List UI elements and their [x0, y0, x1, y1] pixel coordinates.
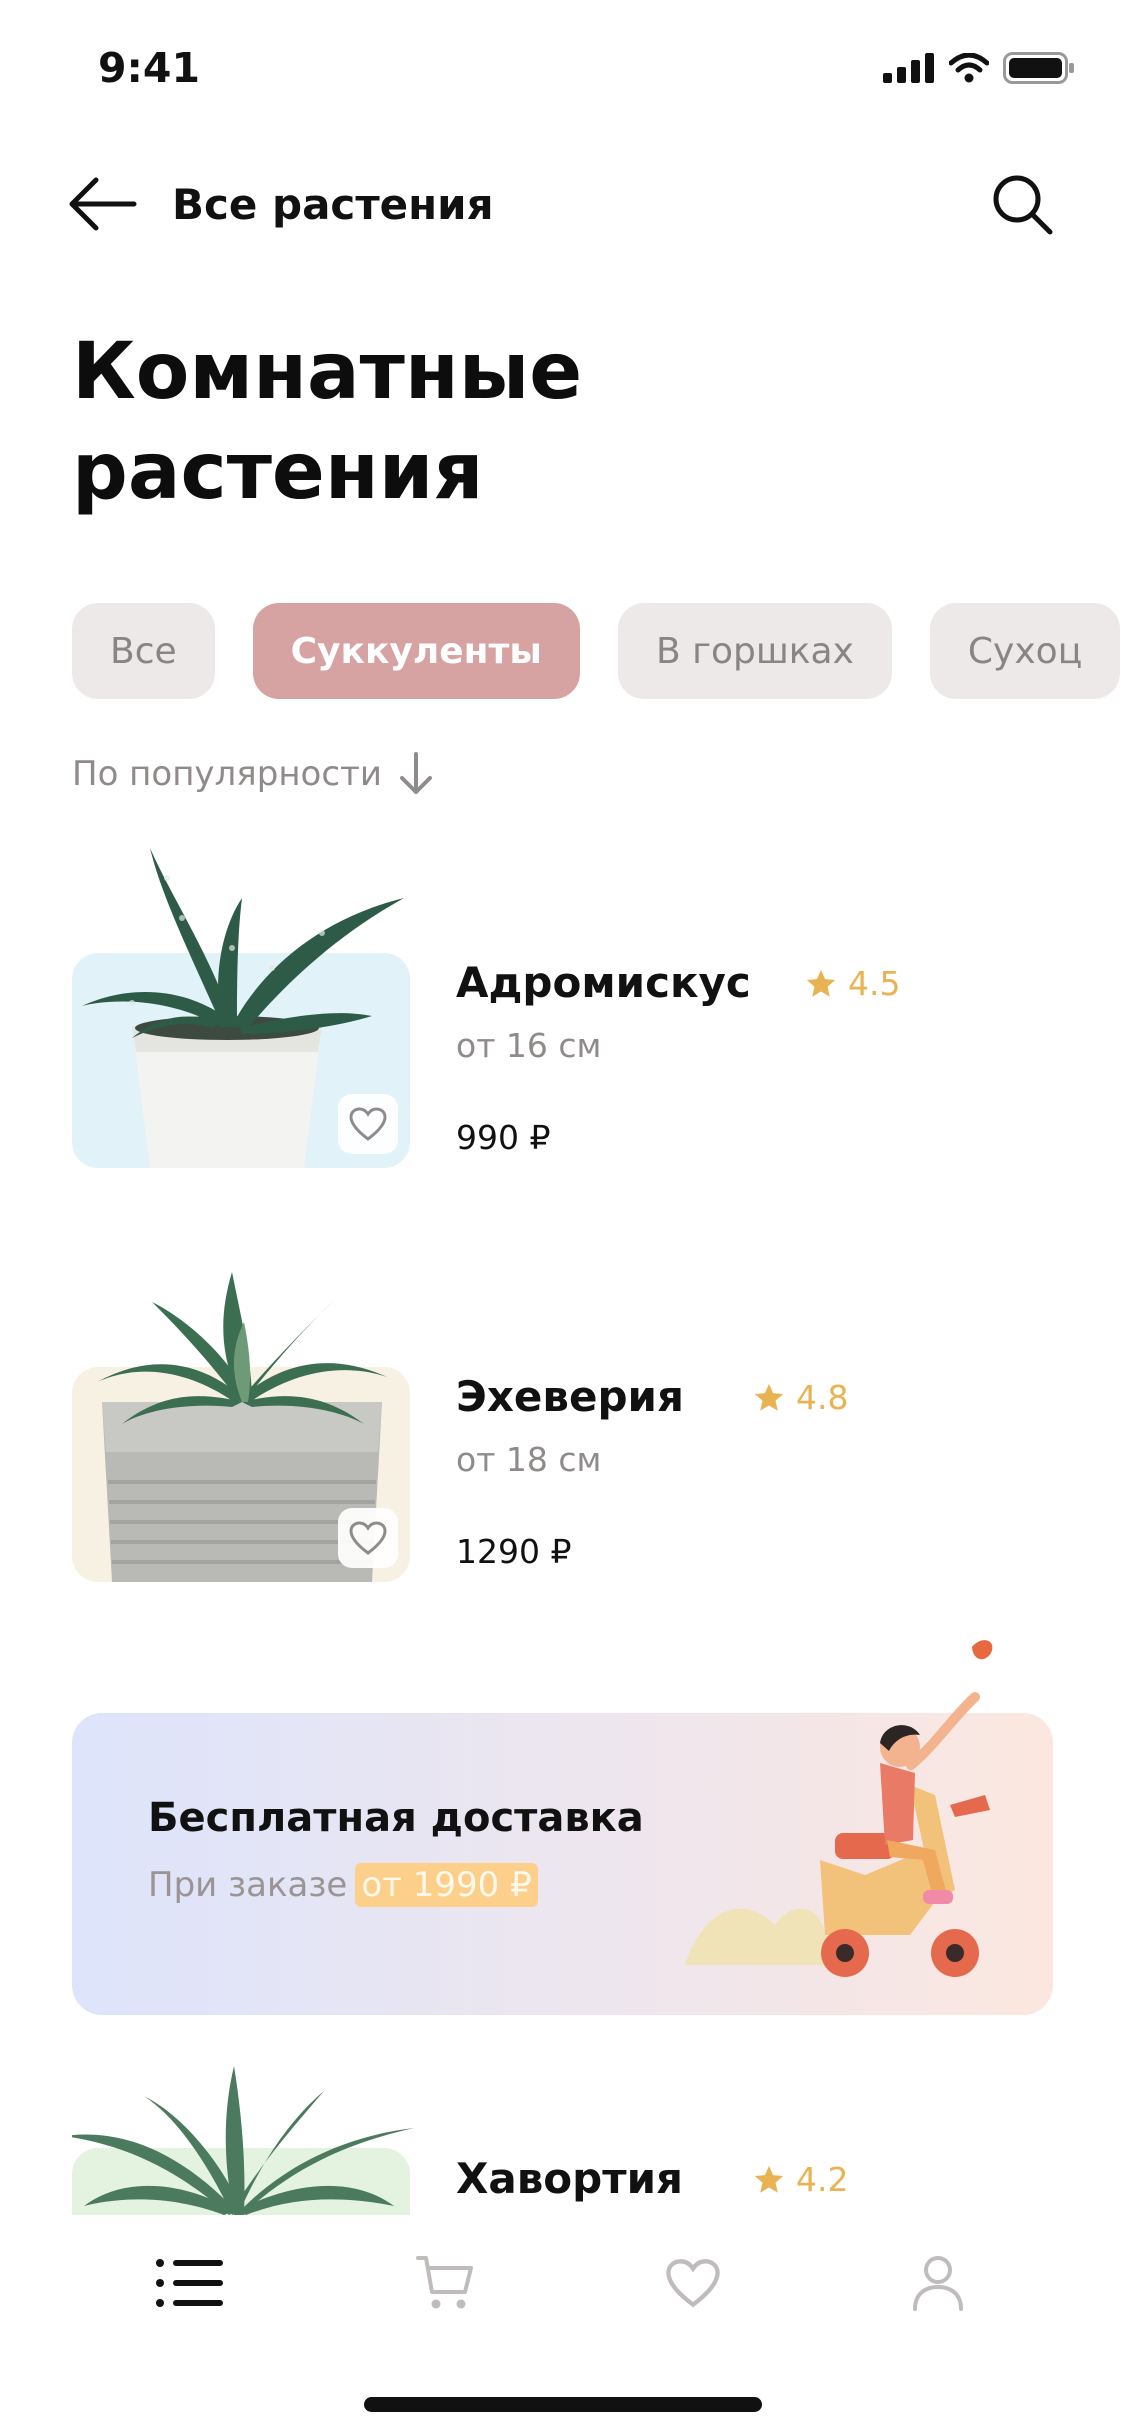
filter-chip-succulents[interactable]: Суккуленты: [252, 603, 580, 699]
rating-value: 4.5: [848, 964, 901, 1003]
heart-icon: [349, 1107, 387, 1141]
list-icon: [156, 2259, 223, 2307]
favorite-button[interactable]: [338, 1508, 398, 1568]
page-title: Комнатные растения: [72, 327, 583, 517]
rating-value: 4.2: [796, 2160, 849, 2199]
promo-highlight: от 1990 ₽: [355, 1863, 538, 1907]
product-rating: 4.2: [752, 2160, 848, 2199]
product-name: Эхеверия: [456, 1372, 684, 1421]
product-card[interactable]: Адромискус 4.5 от 16 см 990 ₽: [72, 838, 1072, 1168]
tab-catalog[interactable]: [145, 2243, 235, 2323]
heart-icon: [349, 1521, 387, 1555]
header-title: Все растения: [172, 180, 494, 229]
search-icon: [993, 175, 1053, 235]
heart-icon: [666, 2259, 720, 2308]
tab-favorites[interactable]: [648, 2243, 738, 2323]
delivery-scooter-illustration: [685, 1640, 993, 1977]
rating-value: 4.8: [796, 1378, 849, 1417]
product-card[interactable]: Хавортия 4.2: [72, 2066, 1072, 2215]
product-name: Хавортия: [456, 2154, 683, 2203]
arrow-down-icon: [399, 752, 432, 794]
product-size: от 18 см: [456, 1440, 602, 1479]
promo-subtitle: При заказе от 1990 ₽: [148, 1863, 538, 1907]
sort-label: По популярности: [72, 754, 382, 794]
product-rating: 4.8: [752, 1378, 848, 1417]
favorite-button[interactable]: [338, 1094, 398, 1154]
arrow-left-icon: [69, 177, 137, 231]
star-icon: [754, 2165, 784, 2193]
wifi-icon: [949, 53, 989, 83]
product-price: 990 ₽: [456, 1118, 551, 1157]
search-button[interactable]: [988, 170, 1058, 240]
product-image: [72, 848, 410, 1168]
product-image: [72, 1272, 410, 1582]
product-card[interactable]: Эхеверия 4.8 от 18 см 1290 ₽: [72, 1252, 1072, 1582]
profile-icon: [913, 2256, 963, 2311]
product-size: от 16 см: [456, 1026, 602, 1065]
tab-cart[interactable]: [400, 2243, 490, 2323]
promo-title: Бесплатная доставка: [148, 1795, 644, 1841]
star-icon: [754, 1383, 784, 1411]
sort-control[interactable]: По популярности: [72, 752, 434, 796]
filter-chips: Все Суккуленты В горшках Сухоц: [72, 603, 1121, 699]
promo-banner[interactable]: Бесплатная доставка При заказе от 1990 ₽: [72, 1640, 1053, 2015]
filter-chip-in-pots[interactable]: В горшках: [617, 603, 892, 699]
filter-chip-all[interactable]: Все: [72, 603, 215, 699]
home-indicator: [364, 2397, 762, 2412]
product-rating: 4.5: [804, 964, 900, 1003]
plant-image: [72, 2066, 414, 2215]
status-time: 9:41: [98, 44, 200, 92]
back-button[interactable]: [66, 172, 140, 236]
signal-icon: [883, 53, 934, 83]
cart-icon: [416, 2256, 473, 2309]
product-price: 1290 ₽: [456, 1532, 572, 1571]
product-name: Адромискус: [456, 958, 751, 1007]
promo-subtitle-prefix: При заказе: [148, 1865, 348, 1905]
battery-icon: [1003, 52, 1074, 84]
star-icon: [806, 969, 836, 997]
filter-chip-dried[interactable]: Сухоц: [929, 603, 1121, 699]
tab-profile[interactable]: [893, 2243, 983, 2323]
status-icons: [883, 52, 1075, 84]
